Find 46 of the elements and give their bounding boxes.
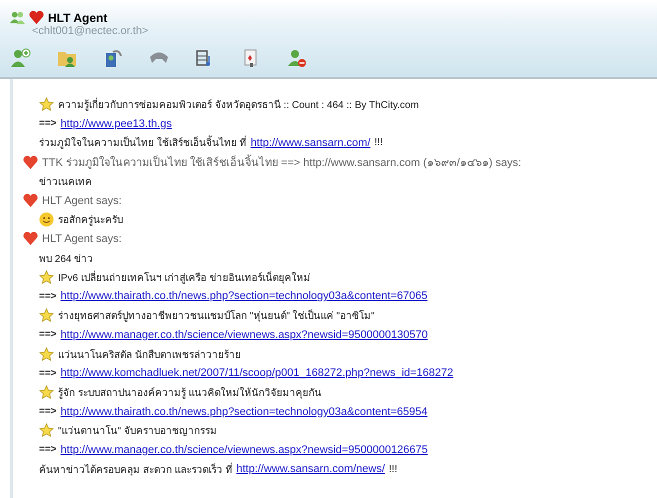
news-title: ร่างยุทธศาสตร์ปูทางอาชีพยาวชนแชมป์โลก "หุ่นยนต์" ใช่เป็นแค่ "อาซิโม" — [58, 308, 375, 324]
star-icon — [39, 97, 54, 112]
heart-icon — [23, 193, 38, 208]
news-link[interactable]: http://www.thairath.co.th/news.php?section=technology03a&content=65954 — [60, 406, 428, 418]
arrow-text: ==> — [39, 118, 57, 130]
account-email: <chlt001@nectec.or.th> — [31, 25, 150, 37]
sender-name: HLT Agent says: — [42, 194, 122, 207]
news-title: แว่นนาโนคริสตัล นักสืบตาเพชรล่าวายร้าย — [58, 348, 241, 362]
news-title: รู้จัก ระบบสถาปนาองค์ความรู้ แนวคิดใหม่ให้นักวิจัยมาคุยกัน — [58, 386, 322, 400]
news-link[interactable]: http://www.manager.co.th/science/viewnews.aspx?newsid=9500000126675 — [60, 444, 428, 456]
news-title: IPv6 เปลี่ยนถ่ายเทคโนฯ เก่าสู่เครือ ข่ายอินเทอร์เน็ตยุคใหม่ — [58, 270, 310, 285]
website-link[interactable]: http://www.sansarn.com/news/ — [236, 463, 385, 476]
news-link[interactable]: http://www.thairath.co.th/news.php?section=technology03a&content=67065 — [60, 290, 428, 302]
arrow-text: ==> — [39, 406, 57, 418]
person-block-button[interactable] — [286, 47, 308, 69]
heart-icon — [23, 154, 38, 170]
arrow-text: ==> — [39, 329, 57, 340]
arrow-text: ==> — [39, 368, 57, 379]
window-title: HLT Agent — [48, 10, 108, 24]
star-icon — [39, 384, 54, 400]
sender-name: HLT Agent says: — [42, 232, 122, 245]
news-link[interactable]: http://www.manager.co.th/science/viewnews.aspx?newsid=9500000130570 — [60, 328, 428, 341]
person-add-button[interactable] — [10, 47, 32, 69]
people-icon — [10, 10, 25, 25]
message-text: ร่วมภูมิใจในความเป็นไทย ใช้เสิร์ชเอ็นจิ้นไทย ที่ — [39, 135, 247, 150]
star-icon — [39, 270, 54, 285]
sender-name: TTK ร่วมภูมิใจในความเป็นไทย ใช้เสิร์ชเอ็นจิ้นไทย ==> http://www.sansarn.com (๑๖๙๓/๑๔๖๑) says: — [42, 153, 522, 172]
arrow-text: ==> — [39, 444, 57, 456]
message-text: ค้นหาข่าวได้ครอบคลุม สะดวก และรวดเร็ว ที่ — [39, 462, 232, 477]
news-title: "แว่นตานาโน" จับคราบอาชญากรรม — [58, 424, 217, 438]
message-text: รอสักครู่นะครับ — [58, 214, 123, 228]
exclamation-text: !!! — [388, 464, 398, 475]
heart-icon — [29, 10, 44, 25]
arrow-text: ==> — [39, 290, 57, 302]
star-icon — [39, 346, 54, 362]
exclamation-text: !!! — [374, 137, 383, 148]
news-link[interactable]: http://www.pee13.th.gs — [60, 118, 172, 130]
message-text: พบ 264 ข่าว — [39, 252, 94, 266]
message-text: ข่าวเนคเทค — [39, 176, 92, 189]
heart-icon — [23, 231, 38, 246]
star-icon — [39, 308, 54, 324]
smiley-icon — [39, 212, 54, 228]
website-link[interactable]: http://www.sansarn.com/ — [250, 136, 370, 149]
news-title: ความรู้เกี่ยวกับการซ่อมคอมพิวเตอร์ จังหวัดอุดรธานี :: Count : 464 :: By ThCity.com — [58, 97, 419, 112]
star-icon — [39, 423, 54, 438]
news-link[interactable]: http://www.komchadluek.net/2007/11/scoop/p001_168272.php?news_id=168272 — [60, 367, 454, 380]
